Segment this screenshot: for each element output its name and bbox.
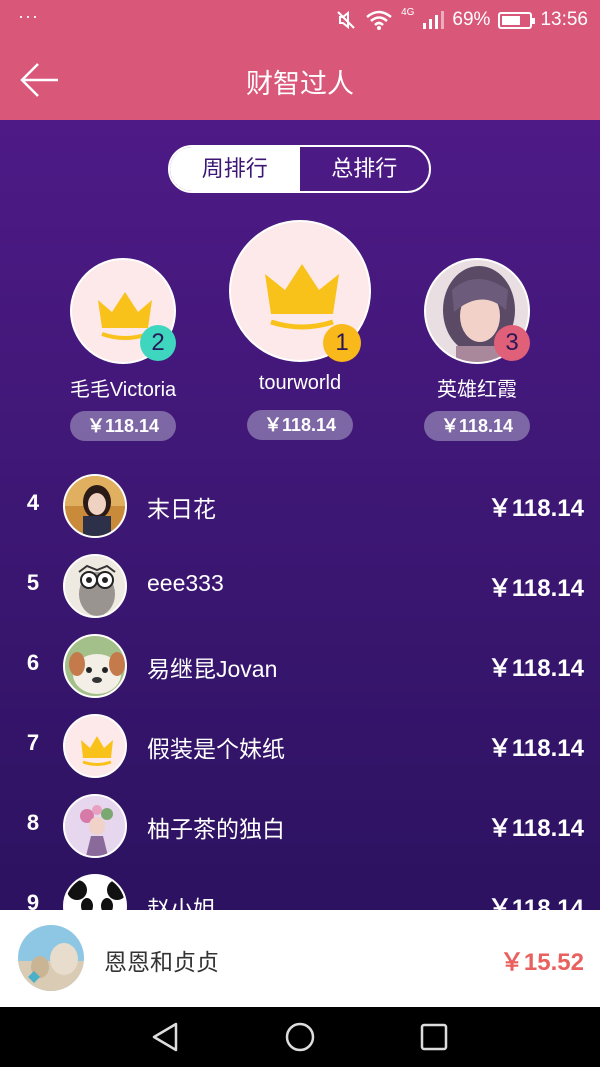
rank-badge: 1 (323, 324, 361, 362)
rank-number: 7 (26, 730, 40, 755)
podium-amount: ￥118.14 (247, 410, 353, 440)
clock: 13:56 (540, 9, 588, 30)
user-name: eee333 (147, 570, 224, 596)
rank-badge: 3 (494, 325, 530, 361)
status-bar: ··· 4G 69% 13:56 (0, 0, 600, 40)
amount: ￥118.14 (487, 655, 584, 682)
user-name: 柚子茶的独白 (147, 816, 285, 842)
tab-weekly[interactable]: 周排行 (170, 147, 300, 191)
avatar (63, 714, 127, 778)
my-rank-bar[interactable]: 恩恩和贞贞 ￥15.52 (0, 910, 600, 1007)
avatar (63, 554, 127, 618)
nav-back-button[interactable] (148, 1019, 184, 1055)
podium-amount: ￥118.14 (70, 411, 176, 441)
signal-icon (423, 11, 445, 29)
podium-amount: ￥118.14 (424, 411, 530, 441)
table-row[interactable]: 8 柚子茶的独白 ￥118.14 (0, 786, 600, 866)
ranking-tabs: 周排行 总排行 (168, 145, 431, 193)
my-amount: ￥15.52 (499, 949, 584, 976)
notification-dots: ··· (18, 6, 39, 26)
podium-third[interactable]: 3 英雄红霞 ￥118.14 (414, 255, 540, 445)
owl-picture (65, 556, 125, 616)
page-title: 财智过人 (246, 69, 354, 99)
avatar (63, 874, 127, 910)
user-photo (18, 925, 84, 991)
table-row[interactable]: 7 假装是个妹纸 ￥118.14 (0, 706, 600, 786)
circle-home-icon (285, 1022, 315, 1052)
my-name: 恩恩和贞贞 (104, 949, 219, 975)
avatar (63, 794, 127, 858)
user-name: 易继昆Jovan (147, 656, 278, 682)
user-photo (65, 476, 125, 536)
network-type: 4G (401, 6, 415, 18)
rank-number: 8 (26, 810, 40, 835)
square-recents-icon (420, 1023, 448, 1051)
avatar (63, 474, 127, 538)
crown-icon (81, 736, 113, 766)
cartoon-dog-picture (65, 636, 125, 696)
table-row[interactable]: 9 赵小姐 ￥118.14 (0, 866, 600, 910)
leaderboard-panel: 周排行 总排行 2 毛毛Victoria ￥118.14 1 tourworld… (0, 120, 600, 910)
flower-girl-picture (65, 796, 125, 856)
amount: ￥118.14 (487, 575, 584, 602)
rank-number: 5 (26, 570, 40, 595)
battery-icon (498, 11, 536, 29)
user-name: 赵小姐 (147, 896, 216, 910)
amount: ￥118.14 (487, 815, 584, 842)
table-row[interactable]: 4 末日花 ￥118.14 (0, 466, 600, 546)
nav-recents-button[interactable] (416, 1019, 452, 1055)
battery-percent: 69% (452, 9, 491, 30)
wifi-icon (366, 10, 392, 30)
app-header: 财智过人 (0, 40, 600, 120)
amount: ￥118.14 (487, 895, 584, 910)
panda-picture (65, 876, 125, 910)
podium-name: tourworld (258, 372, 342, 394)
table-row[interactable]: 6 易继昆Jovan ￥118.14 (0, 626, 600, 706)
table-row[interactable]: 5 eee333 ￥118.14 (0, 546, 600, 626)
rank-badge: 2 (140, 325, 176, 361)
avatar (18, 925, 84, 991)
podium-second[interactable]: 2 毛毛Victoria ￥118.14 (60, 255, 186, 445)
system-nav-bar (0, 1007, 600, 1067)
podium-name: 毛毛Victoria (69, 379, 177, 401)
tab-total[interactable]: 总排行 (300, 147, 430, 191)
podium-name: 英雄红霞 (437, 379, 517, 401)
nav-home-button[interactable] (282, 1019, 318, 1055)
amount: ￥118.14 (487, 495, 584, 522)
rank-number: 4 (26, 490, 40, 515)
podium-first[interactable]: 1 tourworld ￥118.14 (225, 218, 375, 446)
rank-number: 9 (26, 890, 40, 910)
user-name: 假装是个妹纸 (147, 736, 285, 762)
triangle-back-icon (152, 1022, 178, 1052)
rank-number: 6 (26, 650, 40, 675)
mute-icon (337, 10, 355, 30)
amount: ￥118.14 (487, 735, 584, 762)
battery-level (502, 15, 521, 25)
avatar (63, 634, 127, 698)
user-name: 末日花 (147, 496, 216, 522)
